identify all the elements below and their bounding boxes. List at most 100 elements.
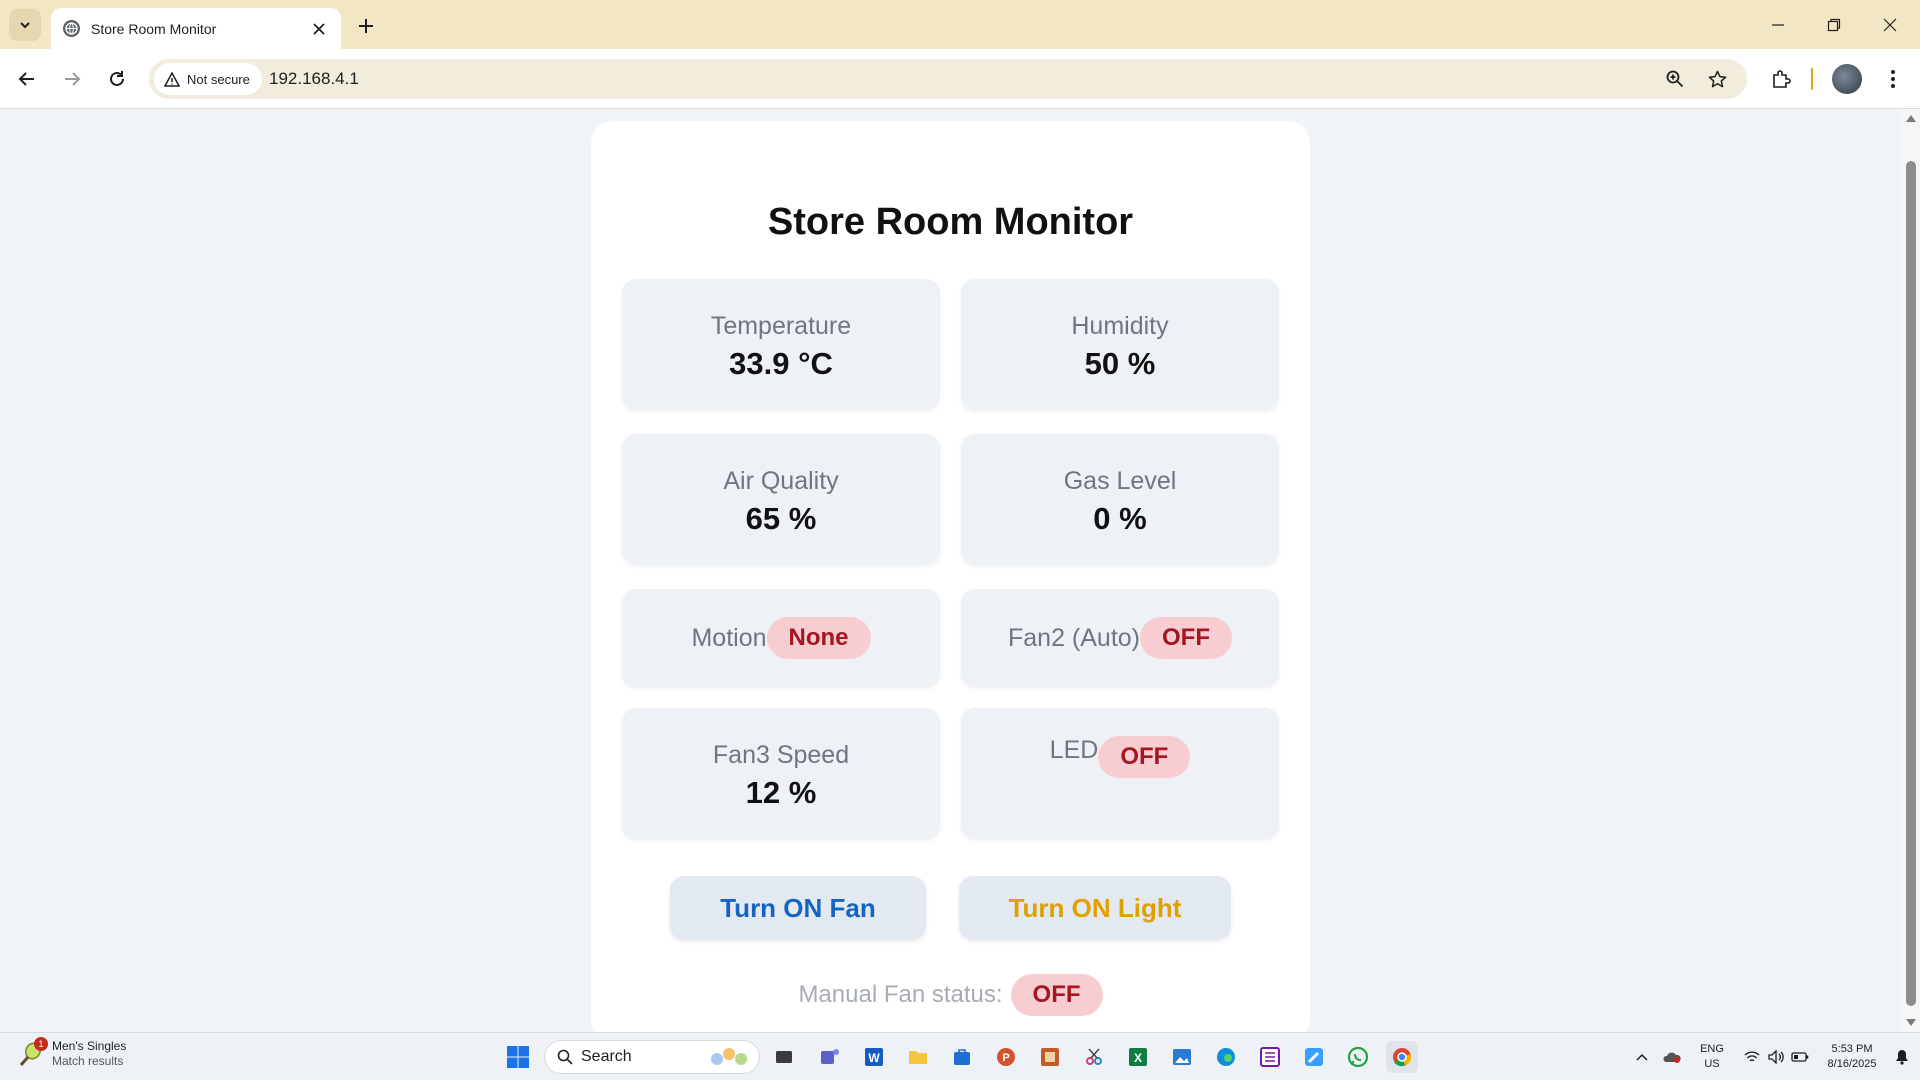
scroll-up-icon[interactable] bbox=[1906, 115, 1916, 122]
tab-title: Store Room Monitor bbox=[91, 20, 217, 37]
close-icon bbox=[1883, 18, 1897, 31]
plus-icon bbox=[359, 19, 373, 33]
excel-icon[interactable]: X bbox=[1122, 1041, 1154, 1073]
search-icon bbox=[557, 1049, 573, 1065]
temperature-label: Temperature bbox=[710, 312, 852, 340]
browser-tab-active[interactable]: Store Room Monitor bbox=[51, 8, 341, 49]
air-quality-tile: Air Quality 65 % bbox=[622, 434, 940, 565]
reload-button[interactable] bbox=[99, 61, 135, 97]
svg-text:P: P bbox=[1002, 1052, 1009, 1064]
store-icon[interactable] bbox=[946, 1041, 978, 1073]
tab-search-button[interactable] bbox=[9, 9, 41, 41]
volume-icon[interactable] bbox=[1764, 1033, 1788, 1080]
air-quality-value: 65 % bbox=[745, 501, 817, 536]
powerpoint-icon[interactable]: P bbox=[990, 1041, 1022, 1073]
turn-on-fan-button[interactable]: Turn ON Fan bbox=[670, 876, 926, 940]
toolbar-separator bbox=[1811, 68, 1813, 90]
clock-time: 5:53 PM bbox=[1831, 1043, 1873, 1055]
region-label: US bbox=[1704, 1058, 1720, 1070]
security-chip[interactable]: Not secure bbox=[154, 63, 262, 95]
paint-icon[interactable] bbox=[1298, 1041, 1330, 1073]
windows-taskbar: 1 Men's Singles Match results Search W P… bbox=[0, 1032, 1920, 1080]
humidity-label: Humidity bbox=[1071, 312, 1169, 340]
task-view-icon[interactable] bbox=[768, 1041, 800, 1073]
profile-avatar[interactable] bbox=[1832, 64, 1862, 94]
page-title: Store Room Monitor bbox=[767, 201, 1134, 243]
whatsapp-icon[interactable] bbox=[1342, 1041, 1374, 1073]
fan2-label: Fan2 (Auto) bbox=[1007, 623, 1140, 652]
extensions-icon[interactable] bbox=[1763, 61, 1799, 97]
windows-logo-icon bbox=[507, 1046, 529, 1068]
clock[interactable]: 5:53 PM 8/16/2025 bbox=[1816, 1033, 1888, 1080]
motion-status-badge: None bbox=[766, 617, 871, 659]
widget-subtitle: Match results bbox=[52, 1054, 124, 1068]
address-bar[interactable]: Not secure 192.168.4.1 bbox=[149, 59, 1747, 99]
widget-title: Men's Singles bbox=[52, 1039, 127, 1053]
restore-button[interactable] bbox=[1806, 0, 1862, 49]
onenote-icon[interactable] bbox=[1254, 1041, 1286, 1073]
humidity-value: 50 % bbox=[1084, 346, 1156, 381]
browser-titlebar: Store Room Monitor bbox=[0, 0, 1920, 49]
tray-overflow-icon[interactable] bbox=[1630, 1033, 1654, 1080]
battery-icon[interactable] bbox=[1788, 1033, 1812, 1080]
photos-icon[interactable] bbox=[1166, 1041, 1198, 1073]
widgets-news[interactable]: 1 Men's Singles Match results bbox=[18, 1037, 127, 1069]
air-quality-label: Air Quality bbox=[723, 467, 839, 495]
new-tab-button[interactable] bbox=[352, 12, 380, 40]
edge-icon[interactable] bbox=[1210, 1041, 1242, 1073]
scroll-down-icon[interactable] bbox=[1906, 1019, 1916, 1026]
chrome-icon[interactable] bbox=[1386, 1041, 1418, 1073]
photo-app-icon[interactable] bbox=[1034, 1041, 1066, 1073]
zoom-icon[interactable] bbox=[1661, 65, 1689, 93]
led-label: LED bbox=[1049, 736, 1099, 764]
fan2-status-badge: OFF bbox=[1140, 617, 1232, 659]
forward-button[interactable] bbox=[54, 61, 90, 97]
file-explorer-icon[interactable] bbox=[902, 1041, 934, 1073]
led-status-badge: OFF bbox=[1098, 736, 1191, 778]
manual-fan-status: Manual Fan status: OFF bbox=[591, 974, 1310, 1016]
fan3-speed-tile: Fan3 Speed 12 % bbox=[622, 708, 940, 839]
arrow-left-icon bbox=[18, 72, 34, 86]
bookmark-star-icon[interactable] bbox=[1703, 65, 1731, 93]
onedrive-icon[interactable] bbox=[1660, 1033, 1684, 1080]
close-window-button[interactable] bbox=[1862, 0, 1918, 49]
teams-icon[interactable] bbox=[814, 1041, 846, 1073]
close-tab-icon[interactable] bbox=[309, 19, 329, 39]
page-scrollbar[interactable] bbox=[1902, 109, 1920, 1032]
start-button[interactable] bbox=[502, 1041, 534, 1073]
clock-date: 8/16/2025 bbox=[1827, 1058, 1877, 1070]
gas-level-value: 0 % bbox=[1093, 501, 1147, 536]
snipping-tool-icon[interactable] bbox=[1078, 1041, 1110, 1073]
tennis-racket-icon: 1 bbox=[18, 1037, 48, 1067]
temperature-value: 33.9 °C bbox=[729, 346, 833, 381]
gas-level-label: Gas Level bbox=[1063, 467, 1177, 495]
fan3-speed-label: Fan3 Speed bbox=[712, 741, 850, 769]
back-button[interactable] bbox=[9, 61, 45, 97]
taskbar-search[interactable]: Search bbox=[544, 1040, 760, 1074]
page-viewport: Store Room Monitor Temperature 33.9 °C H… bbox=[0, 109, 1902, 1032]
scrollbar-thumb[interactable] bbox=[1906, 161, 1916, 1006]
notification-center-icon[interactable] bbox=[1890, 1033, 1914, 1080]
manual-fan-status-badge: OFF bbox=[1010, 974, 1103, 1016]
widget-notification-badge: 1 bbox=[34, 1037, 48, 1051]
wifi-icon[interactable] bbox=[1740, 1033, 1764, 1080]
warning-icon bbox=[164, 71, 180, 87]
led-tile: LED OFF bbox=[961, 708, 1279, 839]
svg-text:W: W bbox=[868, 1051, 880, 1065]
globe-icon bbox=[63, 20, 80, 37]
monitor-card: Store Room Monitor Temperature 33.9 °C H… bbox=[591, 121, 1310, 1032]
chevron-down-icon bbox=[20, 22, 30, 29]
fan2-tile: Fan2 (Auto) OFF bbox=[961, 589, 1279, 687]
search-highlight-icon bbox=[711, 1048, 747, 1065]
restore-icon bbox=[1827, 18, 1841, 31]
svg-text:X: X bbox=[1134, 1051, 1142, 1065]
minimize-icon bbox=[1772, 23, 1784, 26]
url-text[interactable]: 192.168.4.1 bbox=[269, 59, 359, 99]
language-label: ENG bbox=[1700, 1043, 1724, 1055]
turn-on-light-button[interactable]: Turn ON Light bbox=[959, 876, 1231, 940]
word-icon[interactable]: W bbox=[858, 1041, 890, 1073]
language-indicator[interactable]: ENG US bbox=[1690, 1033, 1734, 1080]
fan3-speed-value: 12 % bbox=[745, 775, 817, 810]
minimize-button[interactable] bbox=[1750, 0, 1806, 49]
menu-kebab-icon[interactable] bbox=[1875, 61, 1911, 97]
